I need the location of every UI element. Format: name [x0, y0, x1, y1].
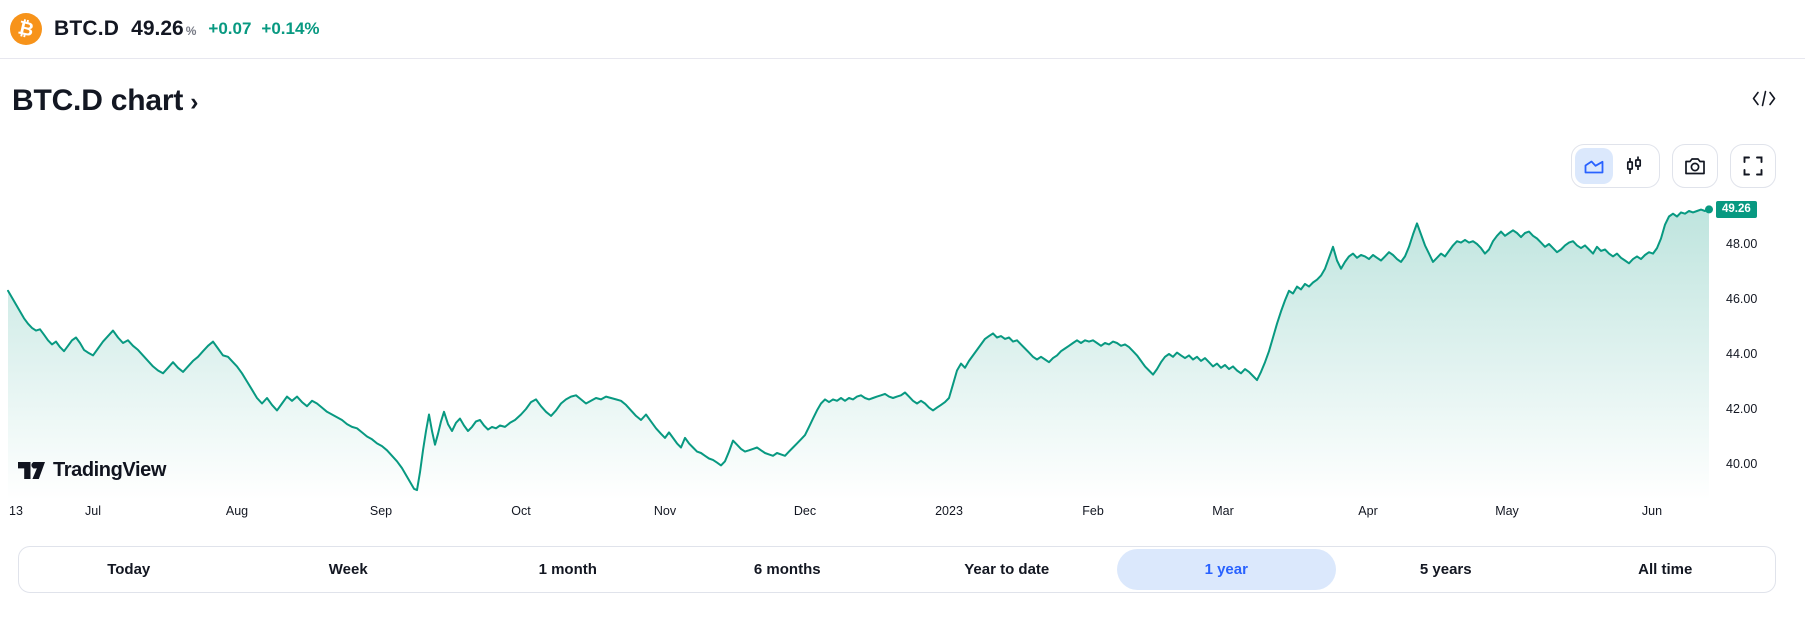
x-axis-label: Feb [1082, 504, 1104, 518]
y-axis-label: 46.00 [1726, 292, 1758, 306]
x-axis-label: Apr [1358, 504, 1378, 518]
x-axis-label: Jun [1641, 504, 1663, 518]
last-price-badge: 49.26 [1716, 200, 1757, 218]
change-percent: +0.14% [261, 19, 320, 38]
range-button-1-year[interactable]: 1 year [1116, 549, 1336, 590]
last-point-dot [1705, 205, 1713, 214]
area-fill [8, 209, 1709, 500]
fullscreen-button[interactable] [1730, 144, 1776, 188]
chart-title-link[interactable]: BTC.D chart › [12, 84, 198, 118]
date-range-bar: Today Week 1 month 6 months Year to date 1 ye… [18, 546, 1776, 593]
change-absolute: +0.07 [208, 19, 252, 38]
ticker-value: 49.26 [131, 17, 184, 40]
range-button-all-time[interactable]: All time [1556, 549, 1776, 590]
tradingview-widget: ₿ BTC.D 49.26 % +0.07 +0.14% BTC.D chart… [0, 0, 1805, 633]
range-button-today[interactable]: Today [19, 549, 239, 590]
watermark-label: TradingView [53, 459, 167, 481]
range-button-1-month[interactable]: 1 month [458, 549, 678, 590]
ticker-bar: ₿ BTC.D 49.26 % +0.07 +0.14% [0, 0, 1805, 59]
x-axis-label: Mar [1212, 504, 1234, 518]
page-title: BTC.D chart [12, 84, 184, 117]
x-axis-label: Jul [85, 504, 101, 518]
ticker-symbol: BTC.D [54, 17, 120, 40]
x-axis-label: Aug [225, 504, 249, 518]
range-button-5-years[interactable]: 5 years [1336, 549, 1556, 590]
x-axis-label: Dec [793, 504, 817, 518]
x-axis-label: Nov [653, 504, 677, 518]
range-button-6-months[interactable]: 6 months [678, 549, 898, 590]
price-area-chart[interactable] [0, 170, 1713, 500]
range-button-year-to-date[interactable]: Year to date [897, 549, 1117, 590]
chevron-right-icon: › [190, 88, 199, 116]
range-button-week[interactable]: Week [239, 549, 459, 590]
y-axis-label: 48.00 [1726, 237, 1758, 251]
bitcoin-icon: ₿ [10, 13, 42, 45]
y-axis-label: 40.00 [1726, 457, 1758, 471]
tradingview-watermark[interactable]: TradingView [18, 459, 166, 482]
x-axis-label: Sep [369, 504, 393, 518]
x-axis-label: 2023 [935, 504, 963, 518]
y-axis-label: 42.00 [1726, 402, 1758, 416]
ticker-change: +0.07 +0.14% [208, 19, 319, 39]
x-axis-label: 13 [9, 504, 23, 518]
x-axis-label: May [1495, 504, 1519, 518]
ticker-price: 49.26 % [131, 17, 196, 41]
embed-code-icon[interactable] [1748, 84, 1780, 112]
tradingview-logo-icon [18, 462, 45, 479]
ticker-unit: % [185, 24, 197, 38]
x-axis-label: Oct [511, 504, 531, 518]
y-axis-label: 44.00 [1726, 347, 1758, 361]
